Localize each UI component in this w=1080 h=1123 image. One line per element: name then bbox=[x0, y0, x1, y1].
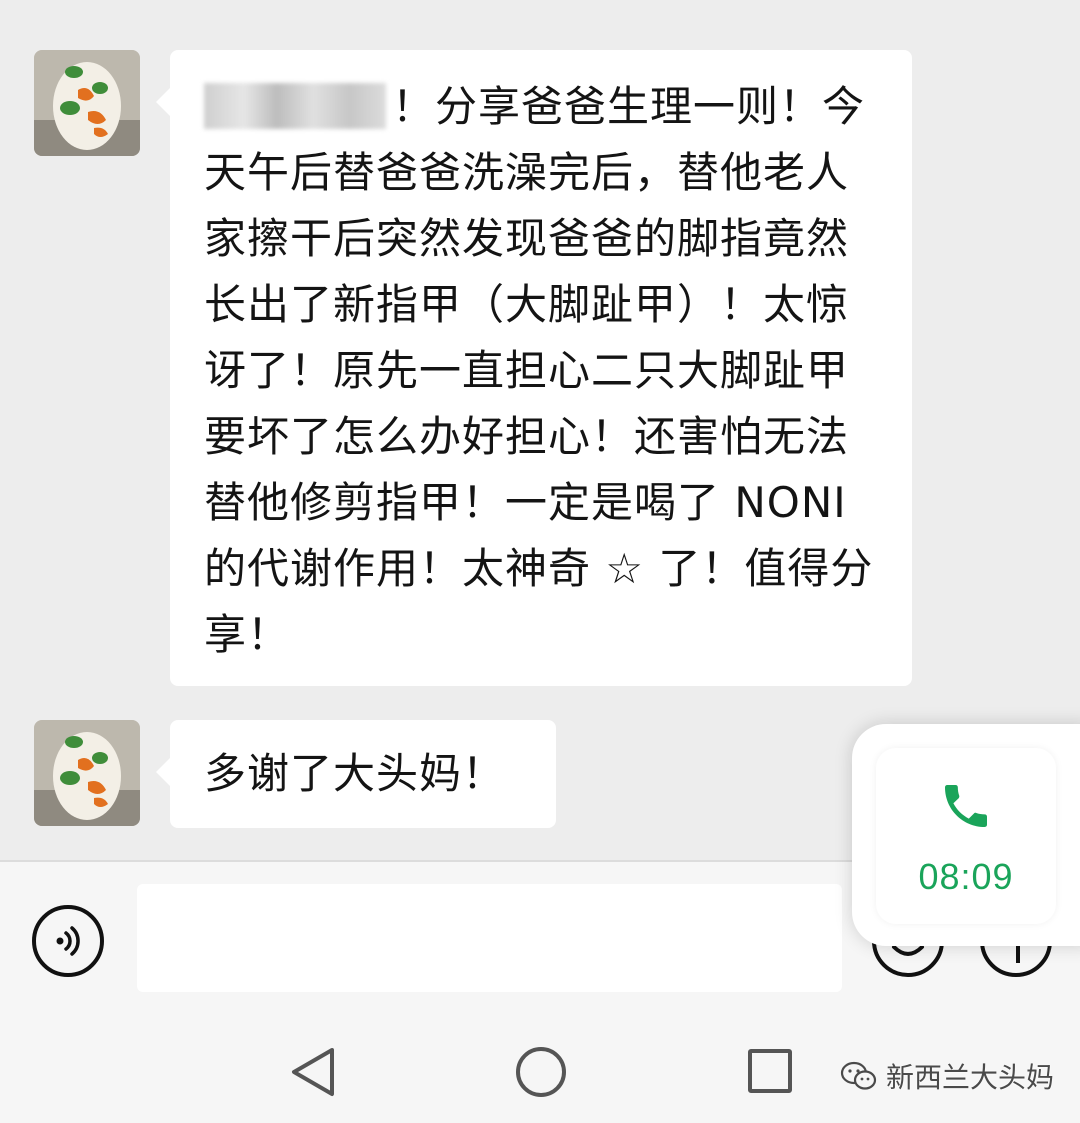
wechat-logo-icon bbox=[840, 1061, 877, 1090]
message-bubble[interactable]: 多谢了大头妈！ bbox=[156, 720, 556, 828]
call-card[interactable]: 08:09 bbox=[876, 748, 1056, 924]
voice-button[interactable] bbox=[32, 905, 104, 977]
phone-icon bbox=[945, 785, 987, 827]
message-input[interactable] bbox=[137, 884, 842, 992]
nav-back-button[interactable] bbox=[288, 1046, 340, 1098]
blurred-name bbox=[204, 83, 386, 129]
message-text: 多谢了大头妈！ bbox=[204, 749, 506, 798]
nav-back-icon bbox=[292, 1048, 334, 1096]
contact-avatar[interactable] bbox=[34, 720, 140, 826]
contact-avatar[interactable] bbox=[34, 50, 140, 156]
call-duration: 08:09 bbox=[918, 856, 1014, 897]
nav-recent-button[interactable] bbox=[748, 1049, 792, 1093]
voice-icon bbox=[56, 926, 80, 956]
avatar-egg-image bbox=[34, 720, 140, 826]
avatar-egg-image bbox=[34, 50, 140, 156]
watermark: 新西兰大头妈 bbox=[840, 1054, 1054, 1098]
message-text: ！分享爸爸生理一则！今天午后替爸爸洗澡完后，替他老人家擦干后突然发现爸爸的脚指竟… bbox=[204, 82, 874, 659]
watermark-text: 新西兰大头妈 bbox=[886, 1061, 1055, 1094]
nav-home-button[interactable] bbox=[516, 1047, 566, 1097]
message-bubble[interactable]: ！分享爸爸生理一则！今天午后替爸爸洗澡完后，替他老人家擦干后突然发现爸爸的脚指竟… bbox=[156, 50, 912, 686]
